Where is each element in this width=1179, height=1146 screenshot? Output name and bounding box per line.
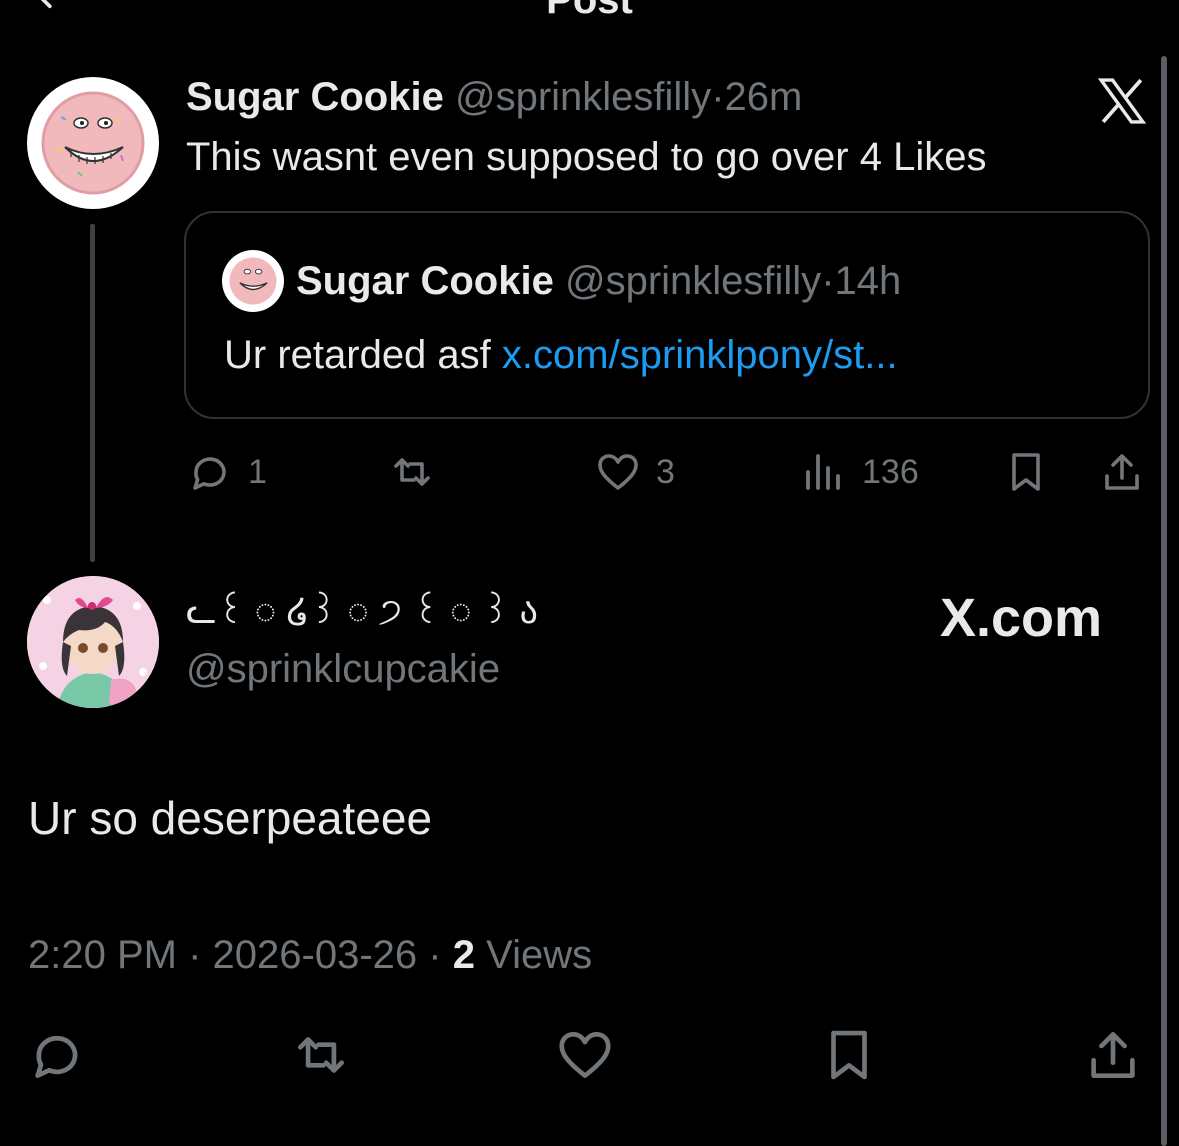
reply-count: 1 (248, 452, 267, 491)
bookmark-button[interactable] (1002, 448, 1050, 496)
anime-girl-avatar-icon (27, 576, 159, 708)
views-count: 2 (452, 933, 475, 977)
views-label: Views (486, 933, 593, 977)
author-name[interactable]: Sugar Cookie (186, 75, 444, 119)
quoted-link[interactable]: x.com/sprinklpony/st... (502, 333, 898, 377)
post-author-row: Sugar Cookie @sprinklesfilly·26m (186, 72, 802, 122)
sugar-cookie-avatar-icon (41, 91, 145, 195)
separator: · (711, 75, 725, 119)
views-count: 136 (862, 452, 919, 491)
bookmark-button[interactable] (818, 1024, 880, 1086)
separator: · (821, 259, 835, 303)
post-text: This wasnt even supposed to go over 4 Li… (186, 135, 987, 179)
post-time[interactable]: 26m (725, 75, 803, 119)
quoted-author-row: Sugar Cookie @sprinklesfilly·14h (296, 256, 901, 306)
reply-icon (35, 1035, 78, 1078)
x-com-watermark: X.com (940, 588, 1103, 648)
quoted-post-card[interactable] (184, 211, 1150, 419)
repost-button[interactable] (290, 1024, 352, 1086)
bookmark-icon (831, 1030, 867, 1080)
post-meta: 2:20 PM · 2026-03-26 · 2 Views (28, 930, 592, 980)
reply-button[interactable]: 1 (186, 448, 267, 496)
post-time[interactable]: 2:20 PM (28, 933, 177, 977)
reply-author-name[interactable]: ᓚ꒰ ◌ ໒꒱ ◌ ੭ ꒰ ◌ ꒱ ა (186, 586, 538, 636)
share-icon (1091, 1032, 1135, 1078)
repost-icon (394, 458, 430, 486)
x-logo-icon (1097, 78, 1147, 124)
heart-icon (559, 1032, 611, 1078)
page-title: Post (546, 0, 633, 22)
like-button[interactable]: 3 (594, 448, 675, 496)
like-count: 3 (656, 452, 675, 491)
avatar[interactable] (27, 77, 159, 209)
author-handle[interactable]: @sprinklesfilly (455, 75, 711, 119)
sugar-cookie-avatar-icon (229, 257, 277, 305)
reply-icon (193, 457, 226, 490)
quoted-text: Ur retarded asf (224, 333, 491, 377)
share-icon (1105, 454, 1139, 490)
quoted-post-time: 14h (834, 259, 902, 303)
analytics-icon (806, 454, 840, 490)
reply-avatar[interactable] (27, 576, 159, 708)
heart-icon (598, 454, 638, 490)
bookmark-icon (1012, 453, 1040, 491)
thread-line (90, 224, 95, 562)
quoted-post-text: Ur retarded asf x.com/sprinklpony/st... (224, 330, 898, 380)
separator: · (428, 933, 442, 977)
reply-button[interactable] (26, 1024, 88, 1086)
reply-author-handle[interactable]: @sprinklcupcakie (186, 644, 500, 694)
quoted-avatar (222, 250, 284, 312)
scrollbar[interactable] (1161, 56, 1167, 1146)
quoted-author-handle: @sprinklesfilly (564, 259, 822, 303)
share-button[interactable] (1082, 1024, 1144, 1086)
post-date[interactable]: 2026-03-26 (213, 933, 418, 977)
repost-button[interactable] (388, 448, 436, 496)
share-button[interactable] (1098, 448, 1146, 496)
repost-icon (298, 1037, 344, 1073)
quoted-author-name: Sugar Cookie (296, 259, 554, 303)
views-button[interactable]: 136 (800, 448, 919, 496)
like-button[interactable] (554, 1024, 616, 1086)
separator: · (188, 933, 202, 977)
reply-post-text: Ur so deserpeateee (28, 792, 433, 844)
